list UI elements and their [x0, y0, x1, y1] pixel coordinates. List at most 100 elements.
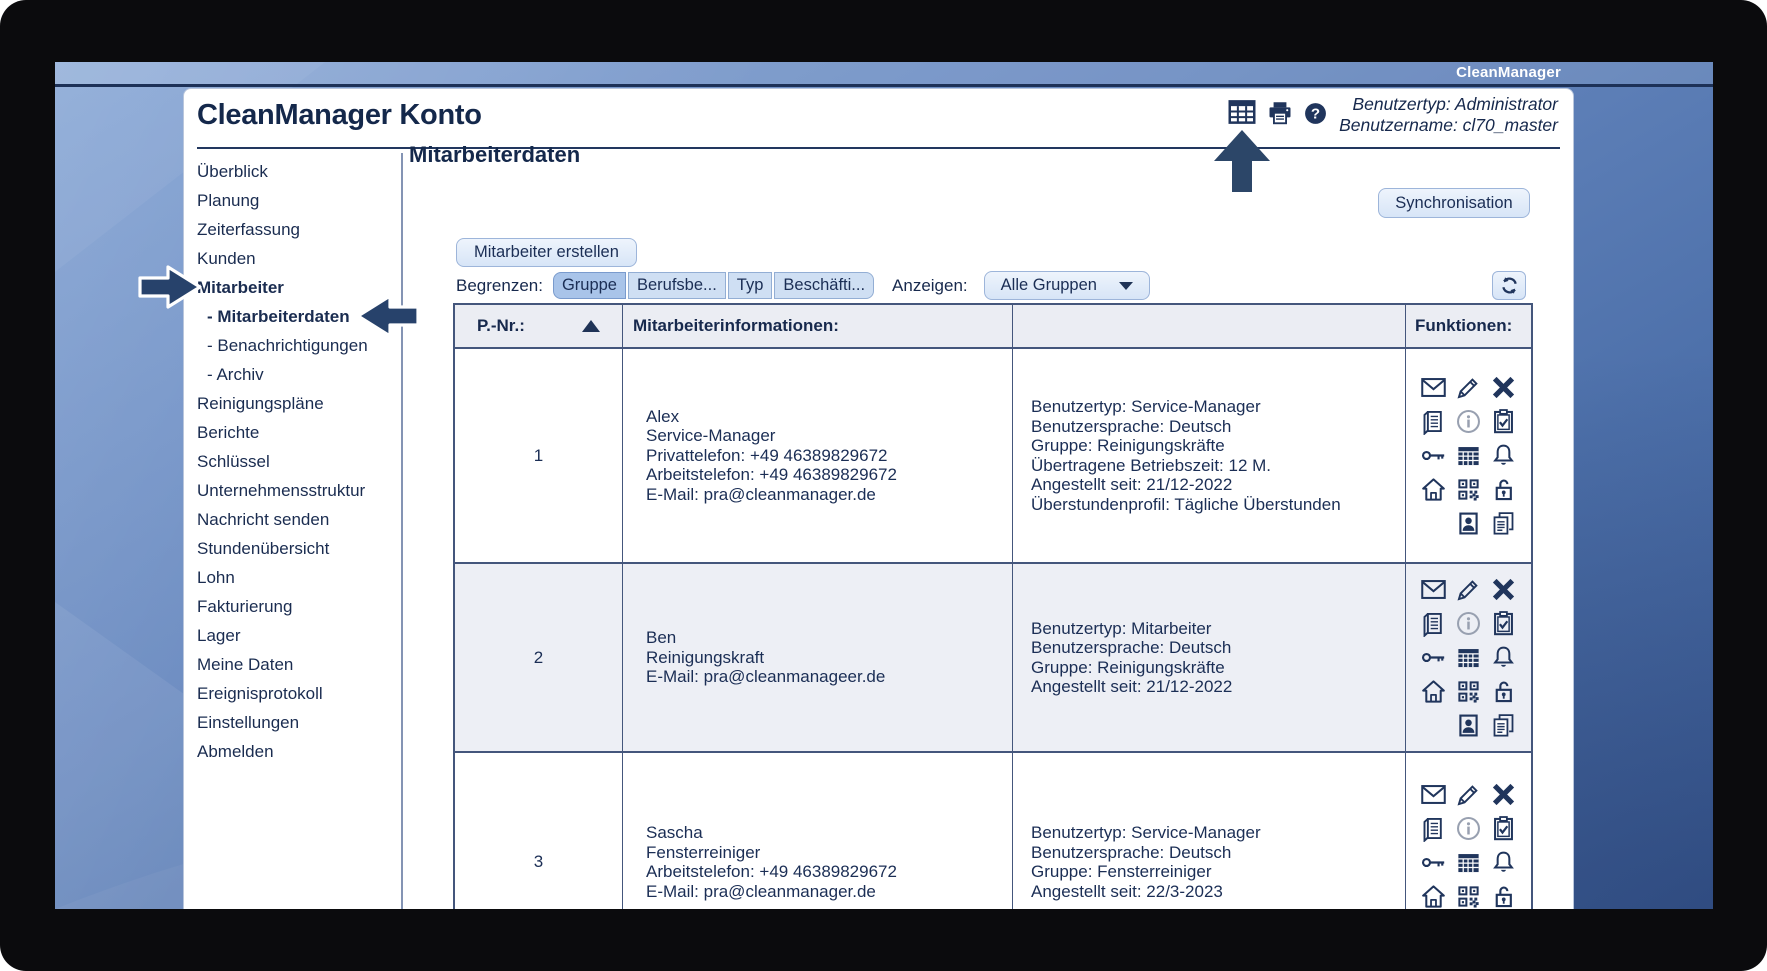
group-filter-select[interactable]: Alle Gruppen	[983, 271, 1150, 300]
sidebar-item-uberblick[interactable]: Überblick	[197, 157, 402, 186]
function-icons	[1406, 780, 1531, 910]
sidebar-item-mitarbeiter[interactable]: Mitarbeiter	[197, 273, 402, 302]
envelope-icon[interactable]	[1416, 575, 1451, 604]
sidebar-item-schlussel[interactable]: Schlüssel	[197, 447, 402, 476]
calendar-icon[interactable]	[1451, 643, 1486, 672]
filter-segment-berufsbe[interactable]: Berufsbe...	[628, 272, 726, 299]
id-badge-icon[interactable]	[1451, 509, 1486, 538]
sidebar-item-mitarbeiterdaten[interactable]: - Mitarbeiterdaten	[197, 302, 402, 331]
create-employee-button[interactable]: Mitarbeiter erstellen	[456, 238, 637, 267]
sidebar-item-fakturierung[interactable]: Fakturierung	[197, 592, 402, 621]
sidebar-item-archiv[interactable]: - Archiv	[197, 360, 402, 389]
documents-icon[interactable]	[1486, 711, 1521, 740]
info-icon[interactable]	[1451, 407, 1486, 436]
clipboard-check-icon[interactable]	[1486, 407, 1521, 436]
house-icon[interactable]	[1416, 882, 1451, 910]
pencil-icon[interactable]	[1451, 575, 1486, 604]
employee-functions-cell	[1406, 349, 1531, 562]
employee-info-cell: Alex Service-Manager Privattelefon: +49 46…	[623, 349, 1013, 562]
qr-code-icon[interactable]	[1451, 882, 1486, 910]
unlock-icon[interactable]	[1486, 677, 1521, 706]
sidebar-item-unternehmensstruktur[interactable]: Unternehmensstruktur	[197, 476, 402, 505]
show-label: Anzeigen:	[892, 275, 968, 295]
brand-label: CleanManager	[1456, 64, 1561, 81]
function-icons	[1406, 575, 1531, 740]
pencil-icon[interactable]	[1451, 373, 1486, 402]
column-header-info: Mitarbeiterinformationen:	[623, 305, 1013, 347]
sort-ascending-icon[interactable]	[582, 320, 600, 332]
sidebar-item-zeiterfassung[interactable]: Zeiterfassung	[197, 215, 402, 244]
sidebar-divider	[401, 153, 403, 909]
info-icon[interactable]	[1451, 814, 1486, 843]
detail-line: Benutzertyp: Service-Manager	[1031, 397, 1261, 416]
sidebar-item-planung[interactable]: Planung	[197, 186, 402, 215]
employee-table: P.-Nr.: Mitarbeiterinformationen: Funkti…	[453, 303, 1533, 909]
sidebar-item-reinigungsplane[interactable]: Reinigungspläne	[197, 389, 402, 418]
ledger-icon[interactable]	[1416, 407, 1451, 436]
employee-number-cell: 3	[455, 753, 623, 909]
key-icon[interactable]	[1416, 643, 1451, 672]
detail-line: Benutzertyp: Service-Manager	[1031, 823, 1261, 842]
clipboard-check-icon[interactable]	[1486, 814, 1521, 843]
sidebar-item-nachricht-senden[interactable]: Nachricht senden	[197, 505, 402, 534]
sidebar-item-kunden[interactable]: Kunden	[197, 244, 402, 273]
detail-line: Gruppe: Reinigungskräfte	[1031, 657, 1225, 677]
caret-down-icon	[1118, 281, 1133, 290]
qr-code-icon[interactable]	[1451, 475, 1486, 504]
unlock-icon[interactable]	[1486, 882, 1521, 910]
calendar-icon[interactable]	[1451, 848, 1486, 877]
sidebar-item-stundenubersicht[interactable]: Stundenübersicht	[197, 534, 402, 563]
documents-icon[interactable]	[1486, 509, 1521, 538]
bell-icon[interactable]	[1486, 848, 1521, 877]
bell-icon[interactable]	[1486, 643, 1521, 672]
employee-details-cell: Benutzertyp: Mitarbeiter Benutzersprache:…	[1013, 564, 1406, 751]
employee-row: 2 Ben Reinigungskraft E-Mail: pra@cleanman…	[455, 564, 1531, 753]
refresh-icon	[1499, 275, 1520, 296]
column-header-functions: Funktionen:	[1415, 316, 1513, 335]
detail-line: Benutzertyp: Mitarbeiter	[1031, 618, 1212, 638]
filter-segment-beschafti[interactable]: Beschäfti...	[774, 272, 875, 299]
filter-segment-typ[interactable]: Typ	[727, 272, 773, 299]
calendar-icon[interactable]	[1451, 441, 1486, 470]
clipboard-check-icon[interactable]	[1486, 609, 1521, 638]
sidebar-item-benachrichtigungen[interactable]: - Benachrichtigungen	[197, 331, 402, 360]
desktop-background: CleanManager CleanManager Konto ? Benutz…	[55, 62, 1713, 909]
delete-icon[interactable]	[1486, 575, 1521, 604]
filter-segment-gruppe[interactable]: Gruppe	[552, 272, 626, 299]
unlock-icon[interactable]	[1486, 475, 1521, 504]
ledger-icon[interactable]	[1416, 814, 1451, 843]
group-filter-value: Alle Gruppen	[1000, 276, 1097, 294]
column-header-pnr[interactable]: P.-Nr.:	[455, 305, 623, 347]
sidebar-item-abmelden[interactable]: Abmelden	[197, 737, 402, 766]
qr-code-icon[interactable]	[1451, 677, 1486, 706]
synchronisation-button[interactable]: Synchronisation	[1378, 188, 1530, 218]
ledger-icon[interactable]	[1416, 609, 1451, 638]
delete-icon[interactable]	[1486, 373, 1521, 402]
house-icon[interactable]	[1416, 677, 1451, 706]
refresh-button[interactable]	[1492, 271, 1526, 300]
key-icon[interactable]	[1416, 848, 1451, 877]
pencil-icon[interactable]	[1451, 780, 1486, 809]
envelope-icon[interactable]	[1416, 780, 1451, 809]
house-icon[interactable]	[1416, 475, 1451, 504]
sidebar-item-ereignisprotokoll[interactable]: Ereignisprotokoll	[197, 679, 402, 708]
info-line: Sascha	[646, 823, 703, 842]
sidebar-item-einstellungen[interactable]: Einstellungen	[197, 708, 402, 737]
envelope-icon[interactable]	[1416, 373, 1451, 402]
id-badge-icon[interactable]	[1451, 711, 1486, 740]
info-icon[interactable]	[1451, 609, 1486, 638]
sidebar-item-lohn[interactable]: Lohn	[197, 563, 402, 592]
sidebar-item-lager[interactable]: Lager	[197, 621, 402, 650]
column-header-details	[1013, 305, 1406, 347]
key-icon[interactable]	[1416, 441, 1451, 470]
detail-line: Gruppe: Reinigungskräfte	[1031, 436, 1225, 455]
detail-line: Benutzersprache: Deutsch	[1031, 638, 1232, 657]
sidebar-item-berichte[interactable]: Berichte	[197, 418, 402, 447]
delete-icon[interactable]	[1486, 780, 1521, 809]
screenshot-root: CleanManager CleanManager Konto ? Benutz…	[0, 0, 1767, 971]
info-line: Privattelefon: +49 46389829672	[646, 445, 888, 465]
detail-line: Übertragene Betriebszeit: 12 M.	[1031, 455, 1272, 475]
bell-icon[interactable]	[1486, 441, 1521, 470]
sidebar-item-meine-daten[interactable]: Meine Daten	[197, 650, 402, 679]
function-icons	[1406, 373, 1531, 538]
